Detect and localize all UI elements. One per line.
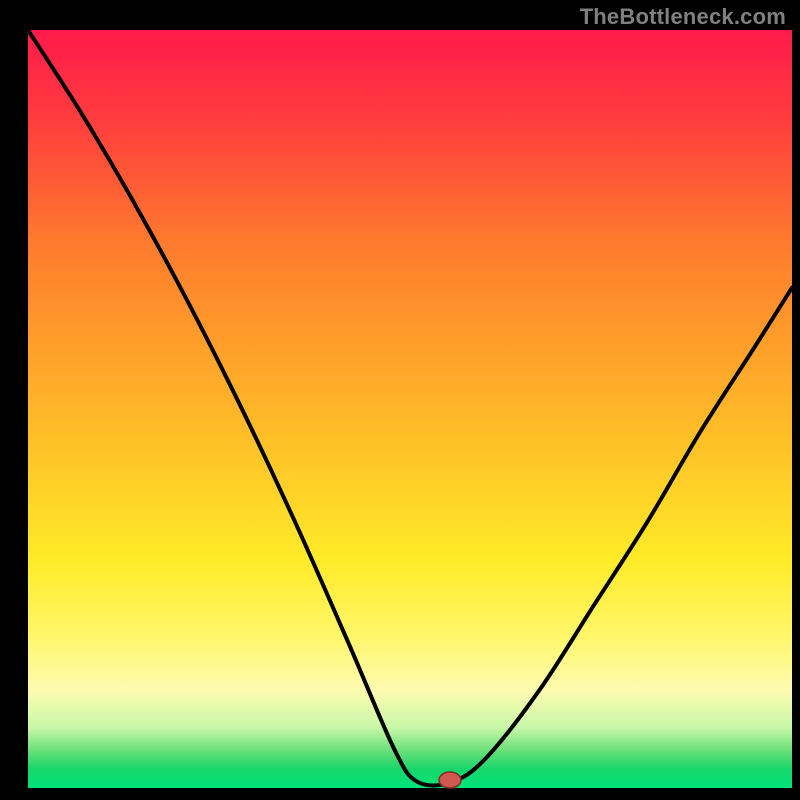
bottleneck-chart [0, 0, 800, 800]
outer-frame: TheBottleneck.com [0, 0, 800, 800]
watermark-text: TheBottleneck.com [580, 4, 786, 30]
optimum-marker [439, 772, 461, 788]
gradient-background [28, 30, 792, 788]
